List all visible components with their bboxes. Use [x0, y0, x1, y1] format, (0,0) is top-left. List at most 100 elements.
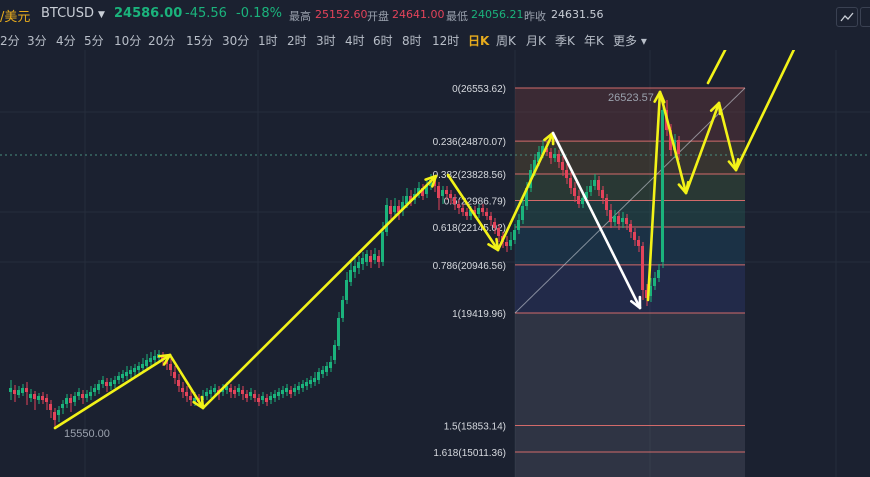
candle-body	[205, 392, 208, 396]
candle-body	[361, 258, 364, 264]
candle-body	[289, 390, 292, 394]
interval-10[interactable]: 3时	[316, 32, 336, 49]
interval-7[interactable]: 30分	[222, 32, 249, 49]
candle-body	[301, 384, 304, 388]
interval-19[interactable]: 年K	[584, 32, 604, 49]
candle-body	[477, 208, 480, 214]
interval-14[interactable]: 12时	[432, 32, 459, 49]
candle-body	[389, 206, 392, 214]
candle-body	[273, 394, 276, 398]
candle-body	[609, 210, 612, 222]
candle-body	[317, 372, 320, 380]
candle-body	[377, 256, 380, 262]
candle-body	[45, 398, 48, 402]
open-label: 开盘	[367, 10, 389, 23]
candle-body	[485, 212, 488, 216]
fib-level-label: 0.382(23828.56)	[433, 170, 506, 181]
interval-9[interactable]: 2时	[287, 32, 307, 49]
candle-body	[181, 388, 184, 392]
interval-16[interactable]: 周K	[496, 32, 516, 49]
interval-bar: 2分 3分 4分 5分 10分 20分 15分 30分 1时 2时 3时 4时 6时 8时 12时 日K 周K 月…	[0, 30, 870, 50]
interval-2[interactable]: 4分	[56, 32, 76, 49]
candle-body	[261, 396, 264, 400]
fib-band	[515, 173, 745, 201]
candle-body	[297, 386, 300, 390]
prev-close-label: 昨收	[524, 10, 546, 23]
candle-body	[465, 212, 468, 216]
candle-body	[309, 380, 312, 384]
interval-8[interactable]: 1时	[258, 32, 278, 49]
candle-body	[117, 376, 120, 380]
candle-body	[569, 178, 572, 188]
interval-15[interactable]: 日K	[468, 32, 489, 49]
candle-body	[633, 232, 636, 240]
price-change: -45.56	[185, 6, 227, 21]
candle-body	[457, 204, 460, 208]
candle-body	[189, 396, 192, 400]
interval-3[interactable]: 5分	[84, 32, 104, 49]
interval-4[interactable]: 10分	[114, 32, 141, 49]
candle-body	[453, 198, 456, 204]
candle-body	[53, 412, 56, 420]
chevron-down-icon[interactable]: ▼	[98, 10, 105, 20]
candle-body	[241, 390, 244, 394]
candle-body	[81, 394, 84, 398]
interval-12[interactable]: 6时	[373, 32, 393, 49]
candle-body	[589, 186, 592, 192]
candle-body	[73, 396, 76, 402]
high-marker-label: 26523.57	[608, 92, 654, 104]
candle-body	[373, 254, 376, 260]
interval-17[interactable]: 月K	[526, 32, 546, 49]
fib-level-label: 0.786(20946.56)	[433, 261, 506, 272]
last-price: 24586.00	[114, 6, 183, 21]
candle-body	[593, 180, 596, 186]
candle-body	[677, 140, 680, 154]
interval-5[interactable]: 20分	[148, 32, 175, 49]
settings-button[interactable]	[860, 7, 870, 27]
candle-body	[573, 188, 576, 196]
candle-body	[65, 398, 68, 404]
candle-body	[325, 366, 328, 372]
candle-body	[121, 374, 124, 378]
candle-body	[209, 390, 212, 394]
low-label: 最低	[446, 10, 468, 23]
interval-13[interactable]: 8时	[402, 32, 422, 49]
candle-body	[269, 396, 272, 400]
candle-body	[505, 242, 508, 246]
fib-level-label: 1.5(15853.14)	[444, 421, 506, 432]
interval-20[interactable]: 更多 ▾	[613, 32, 647, 49]
candle-body	[149, 358, 152, 362]
candle-body	[561, 162, 564, 170]
interval-11[interactable]: 4时	[345, 32, 365, 49]
candle-body	[9, 388, 12, 392]
candle-body	[437, 186, 440, 198]
candle-body	[113, 380, 116, 384]
interval-1[interactable]: 3分	[27, 32, 47, 49]
candle-body	[245, 394, 248, 398]
candlestick-chart[interactable]: 0(26553.62) 0.236(24870.07) 0.382(23828.56…	[0, 50, 870, 477]
candle-body	[37, 396, 40, 400]
interval-18[interactable]: 季K	[555, 32, 575, 49]
candle-body	[601, 190, 604, 198]
candle-body	[621, 218, 624, 222]
candle-body	[481, 208, 484, 212]
candle-body	[137, 366, 140, 370]
chart-type-button[interactable]	[836, 7, 858, 27]
candle-body	[553, 154, 556, 158]
prev-close-value: 24631.56	[551, 8, 604, 21]
candle-body	[653, 278, 656, 286]
candle-body	[549, 152, 552, 158]
symbol-selector[interactable]: BTCUSD	[41, 6, 94, 21]
candle-body	[517, 220, 520, 230]
trend-arrow-11	[706, 50, 727, 85]
candle-body	[597, 180, 600, 190]
interval-0[interactable]: 2分	[0, 32, 20, 49]
candle-body	[565, 170, 568, 178]
candle-body	[25, 388, 28, 392]
candle-body	[173, 372, 176, 378]
candle-body	[557, 154, 560, 162]
trend-arrow-10	[734, 50, 796, 172]
candle-body	[353, 266, 356, 272]
candle-body	[97, 384, 100, 390]
interval-6[interactable]: 15分	[186, 32, 213, 49]
